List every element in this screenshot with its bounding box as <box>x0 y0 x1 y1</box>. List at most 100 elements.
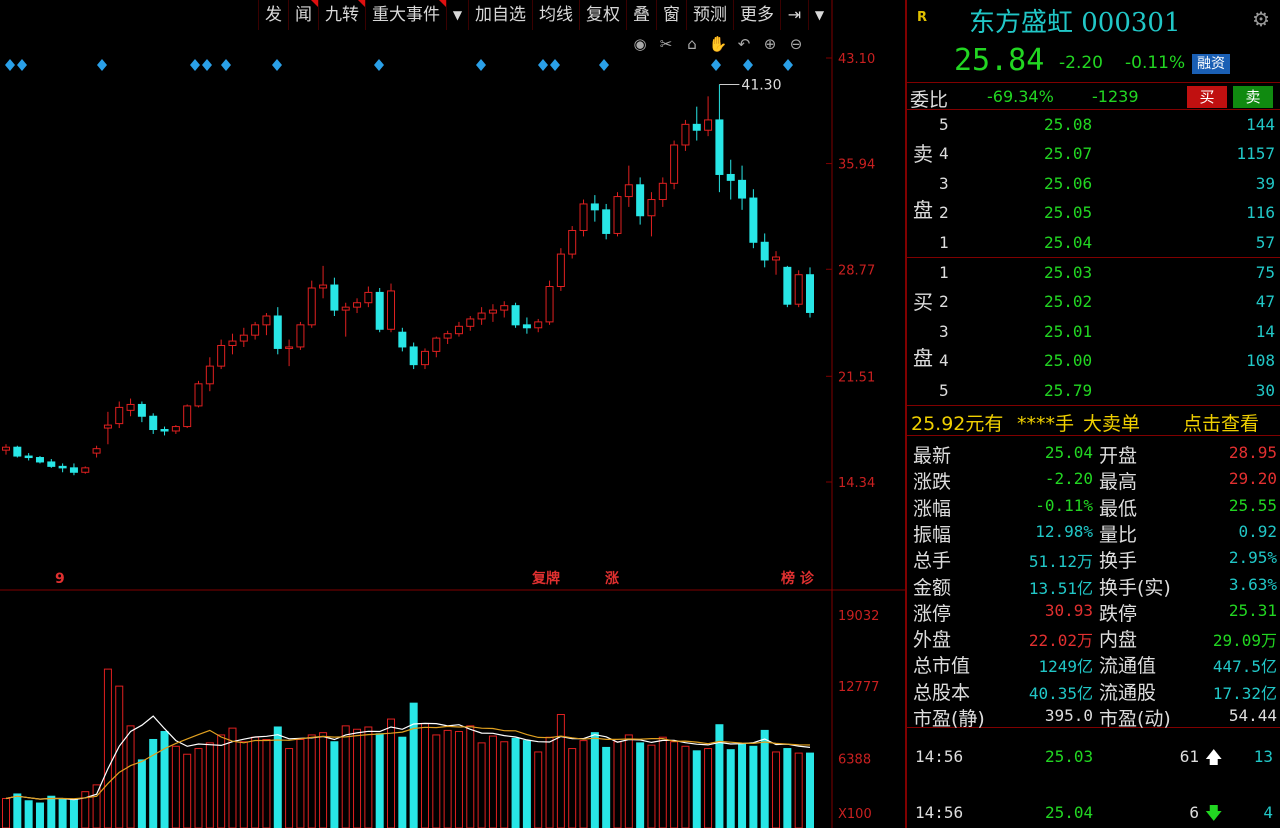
candle-body[interactable] <box>194 383 203 407</box>
candle-body[interactable] <box>47 461 56 467</box>
sell-order-row[interactable]: 2 25.05 116 <box>907 199 1277 228</box>
volume-bar[interactable] <box>115 685 124 828</box>
volume-bar[interactable] <box>806 752 814 828</box>
candle-body[interactable] <box>217 344 226 367</box>
volume-bar[interactable] <box>568 748 577 828</box>
candle-body[interactable] <box>262 315 271 326</box>
volume-bar[interactable] <box>69 799 78 828</box>
kline-chart[interactable]: 43.10 35.94 28.77 21.51 14.34 41.30 9 复牌 涨 榜 诊 190… <box>0 0 905 828</box>
volume-bar[interactable] <box>375 733 384 828</box>
candle-body[interactable] <box>2 446 10 451</box>
event-diamond-icon[interactable] <box>743 59 753 71</box>
volume-bar[interactable] <box>772 751 781 828</box>
candle-body[interactable] <box>420 350 429 366</box>
event-diamond-icon[interactable] <box>272 59 282 71</box>
candle-body[interactable] <box>794 274 803 305</box>
candle-body[interactable] <box>522 324 531 329</box>
candle-body[interactable] <box>704 119 713 131</box>
candle-body[interactable] <box>115 406 124 425</box>
volume-bar[interactable] <box>704 748 713 828</box>
volume-bar[interactable] <box>262 738 271 828</box>
volume-bar[interactable] <box>149 738 158 828</box>
candle-body[interactable] <box>319 284 328 289</box>
volume-bar[interactable] <box>58 797 67 828</box>
stock-title[interactable]: 东方盛虹 000301 <box>969 2 1181 39</box>
sell-button[interactable]: 卖 <box>1233 86 1273 108</box>
candle-body[interactable] <box>670 144 679 184</box>
volume-bar[interactable] <box>477 742 486 828</box>
volume-bar[interactable] <box>681 745 690 828</box>
volume-bar[interactable] <box>24 800 33 828</box>
volume-bar[interactable] <box>534 751 543 828</box>
candle-body[interactable] <box>353 302 362 308</box>
volume-bar[interactable] <box>364 726 373 828</box>
candle-body[interactable] <box>454 325 463 335</box>
candle-body[interactable] <box>681 123 690 146</box>
volume-bar[interactable] <box>103 668 112 828</box>
event-diamond-icon[interactable] <box>202 59 212 71</box>
volume-bar[interactable] <box>171 745 180 828</box>
candle-body[interactable] <box>81 467 90 473</box>
buy-order-row[interactable]: 5 25.79 30 <box>907 377 1277 406</box>
volume-bar[interactable] <box>658 736 667 828</box>
candle-body[interactable] <box>692 123 701 131</box>
candle-body[interactable] <box>760 241 769 261</box>
candle-body[interactable] <box>806 274 814 313</box>
volume-bar[interactable] <box>2 797 10 828</box>
candle-body[interactable] <box>239 334 248 342</box>
volume-bar[interactable] <box>760 729 769 828</box>
volume-bar[interactable] <box>783 748 792 828</box>
event-marker-label[interactable]: 榜 诊 <box>781 570 815 587</box>
volume-bar[interactable] <box>726 749 735 828</box>
candle-body[interactable] <box>568 229 577 255</box>
volume-bar[interactable] <box>13 793 22 828</box>
candle-body[interactable] <box>398 331 407 348</box>
volume-bar[interactable] <box>398 736 407 828</box>
volume-bar[interactable] <box>488 735 497 828</box>
volume-bar[interactable] <box>285 748 294 828</box>
volume-bar[interactable] <box>420 723 429 828</box>
volume-bar[interactable] <box>387 718 396 828</box>
candle-body[interactable] <box>307 287 316 326</box>
candle-body[interactable] <box>375 291 384 330</box>
volume-bar[interactable] <box>137 759 146 828</box>
candle-body[interactable] <box>137 403 146 417</box>
volume-bar[interactable] <box>613 741 622 828</box>
candle-body[interactable] <box>613 196 622 234</box>
candle-body[interactable] <box>103 424 112 429</box>
volume-bar[interactable] <box>251 736 260 828</box>
volume-bar[interactable] <box>715 724 724 828</box>
candle-body[interactable] <box>409 346 418 366</box>
kline-chart-area[interactable]: 发闻九转 重大事件 ▼ 加自选 均线 复权叠窗预测 更多 ⇥ ▼ ◉ ✂ ⌂ ✋ ↶ ⊕ ⊖ 43.10 35… <box>0 0 905 828</box>
volume-bar[interactable] <box>160 731 169 828</box>
event-diamond-icon[interactable] <box>17 59 27 71</box>
event-diamond-icon[interactable] <box>538 59 548 71</box>
volume-bar[interactable] <box>409 702 418 828</box>
volume-bar[interactable] <box>579 740 588 828</box>
event-diamond-icon[interactable] <box>599 59 609 71</box>
volume-bar[interactable] <box>296 738 305 828</box>
event-diamond-icon[interactable] <box>97 59 107 71</box>
candle-body[interactable] <box>205 365 214 385</box>
buy-order-row[interactable]: 1 25.03 75 <box>907 259 1277 288</box>
event-diamond-icon[interactable] <box>711 59 721 71</box>
volume-bar[interactable] <box>239 741 248 828</box>
volume-bar[interactable] <box>624 734 633 828</box>
event-marker-label[interactable]: 涨 <box>605 571 619 587</box>
volume-bar[interactable] <box>749 745 758 828</box>
candle-body[interactable] <box>364 291 373 304</box>
candle-body[interactable] <box>477 312 486 320</box>
candle-body[interactable] <box>285 346 294 349</box>
volume-bar[interactable] <box>194 748 203 828</box>
candle-body[interactable] <box>13 446 22 457</box>
volume-bar[interactable] <box>636 742 645 828</box>
gear-icon[interactable]: ⚙ <box>1252 7 1270 31</box>
volume-bar[interactable] <box>273 726 282 828</box>
volume-bar[interactable] <box>92 784 101 828</box>
volume-bar[interactable] <box>454 731 463 828</box>
volume-bar[interactable] <box>319 732 328 828</box>
sell-order-row[interactable]: 5 25.08 144 <box>907 111 1277 140</box>
candle-body[interactable] <box>126 403 135 411</box>
candle-body[interactable] <box>466 318 475 327</box>
buy-order-row[interactable]: 2 25.02 47 <box>907 288 1277 317</box>
